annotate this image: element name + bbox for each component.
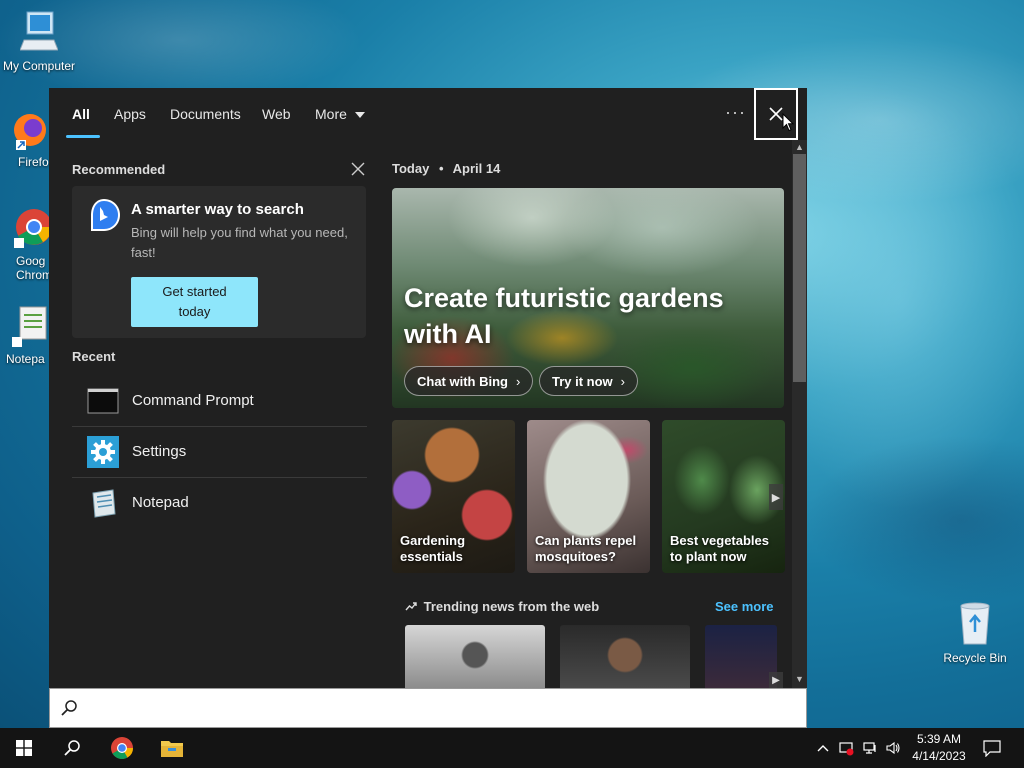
notepad-icon [92,489,116,518]
card-plants-repel-mosquitoes[interactable]: Can plants repel mosquitoes? [527,420,650,573]
today-heading: Today • April 14 [392,161,500,176]
taskbar-file-explorer[interactable] [148,728,196,768]
dot-separator: • [438,161,444,176]
card-caption: Best vegetables to plant now [670,533,769,564]
taskbar-chrome[interactable] [98,728,146,768]
mouse-cursor-icon [782,113,794,132]
notepad-app-icon [12,306,47,347]
taskbar: 5:39 AM 4/14/2023 [0,728,1024,768]
chrome-icon [14,209,52,248]
search-tabs: All Apps Documents Web More ··· [49,88,807,140]
tab-more-label: More [315,106,347,122]
recycle-bin-icon [960,602,990,645]
desktop-icon-recycle-bin[interactable]: Recycle Bin [940,602,1010,665]
recent-item-label: Notepad [132,494,189,511]
start-button[interactable] [0,728,48,768]
news-thumbnail[interactable] [405,625,545,688]
clock-date: 4/14/2023 [912,749,966,763]
hero-title: Create futuristic gardens with AI [404,283,724,349]
card-caption: Gardening essentials [400,533,466,564]
try-it-now-label: Try it now [552,373,613,389]
show-hidden-icons-icon[interactable] [815,740,831,756]
security-alert-icon[interactable] [838,740,854,756]
firefox-icon [14,114,46,150]
try-it-now-button[interactable]: Try it now › [539,366,639,396]
chrome-icon [111,737,133,759]
tab-all[interactable]: All [72,106,90,122]
desktop-icon-label: Goog Chrom [16,254,53,282]
chevron-right-icon: › [516,373,521,389]
tab-more[interactable]: More [315,106,365,122]
tab-web[interactable]: Web [262,106,291,122]
scrollbar-thumb[interactable] [793,154,806,382]
more-options-button[interactable]: ··· [725,102,746,123]
scroll-down-arrow-icon[interactable]: ▼ [792,672,807,686]
recommended-card-subtitle: Bing will help you find what you need, f… [131,225,348,260]
desktop-icon-label: Notepa [6,352,45,366]
recent-item-notepad[interactable]: Notepad [72,478,367,528]
desktop-icon-label: Recycle Bin [943,651,1007,665]
trending-title-text: Trending news from the web [423,599,600,614]
close-icon [769,107,783,121]
desktop-icon-chrome[interactable]: Goog Chrom [8,205,52,282]
windows-logo-icon [16,740,32,756]
news-next-arrow-icon[interactable]: ▶ [769,672,783,688]
notifications-icon[interactable] [983,739,1001,757]
recent-heading: Recent [72,349,116,364]
desktop-icon-notepad[interactable]: Notepa [6,305,50,366]
hero-card[interactable]: Create futuristic gardens with AI Chat w… [392,188,784,408]
today-date: April 14 [452,161,501,176]
recommended-heading: Recommended [72,162,166,177]
get-started-label: Get started today [162,284,227,319]
volume-icon[interactable] [885,740,901,756]
news-thumbnail[interactable] [560,625,690,688]
recent-item-label: Settings [132,443,187,460]
trending-arrow-icon [405,602,417,611]
folder-icon [161,741,183,757]
recent-item-settings[interactable]: Settings [72,427,367,477]
caret-down-icon [354,112,365,119]
desktop-icon-my-computer[interactable]: My Computer [0,10,78,73]
chat-with-bing-label: Chat with Bing [417,373,508,389]
search-input[interactable] [90,695,794,723]
today-label: Today [392,161,430,176]
active-tab-indicator [66,135,100,138]
see-more-link[interactable]: See more [715,599,774,614]
tab-documents[interactable]: Documents [170,106,241,122]
search-icon [61,700,77,716]
chat-with-bing-button[interactable]: Chat with Bing › [404,366,534,396]
tab-apps[interactable]: Apps [114,106,146,122]
cards-next-arrow-icon[interactable]: ▶ [769,484,783,510]
search-panel: All Apps Documents Web More ··· Recommen… [49,88,807,688]
chevron-right-icon: › [620,373,626,389]
network-icon[interactable] [862,740,878,756]
desktop-icon-label: Firefo [18,155,49,169]
taskbar-search-button[interactable] [48,728,96,768]
clock-time: 5:39 AM [916,732,962,746]
scroll-up-arrow-icon[interactable]: ▲ [792,140,807,154]
trending-heading: Trending news from the web [405,599,599,614]
command-prompt-icon [87,388,119,414]
news-thumbnail[interactable] [705,625,777,688]
recommended-card-title: A smarter way to search [131,201,304,218]
card-gardening-essentials[interactable]: Gardening essentials [392,420,515,573]
search-icon [64,740,80,756]
search-box[interactable] [49,688,807,728]
taskbar-clock[interactable]: 5:39 AM 4/14/2023 [908,731,970,765]
get-started-button[interactable]: Get started today [131,277,258,327]
settings-gear-icon [87,436,119,468]
computer-icon [19,11,59,51]
desktop-icon-firefox[interactable]: Firefo [8,110,52,169]
card-best-vegetables[interactable]: Best vegetables to plant now [662,420,785,573]
dismiss-recommended-icon[interactable] [351,162,365,176]
recent-item-command-prompt[interactable]: Command Prompt [72,376,367,426]
bing-logo-icon [91,199,120,231]
recent-item-label: Command Prompt [132,392,254,409]
desktop-icon-label: My Computer [2,59,76,73]
card-caption: Can plants repel mosquitoes? [535,533,637,564]
